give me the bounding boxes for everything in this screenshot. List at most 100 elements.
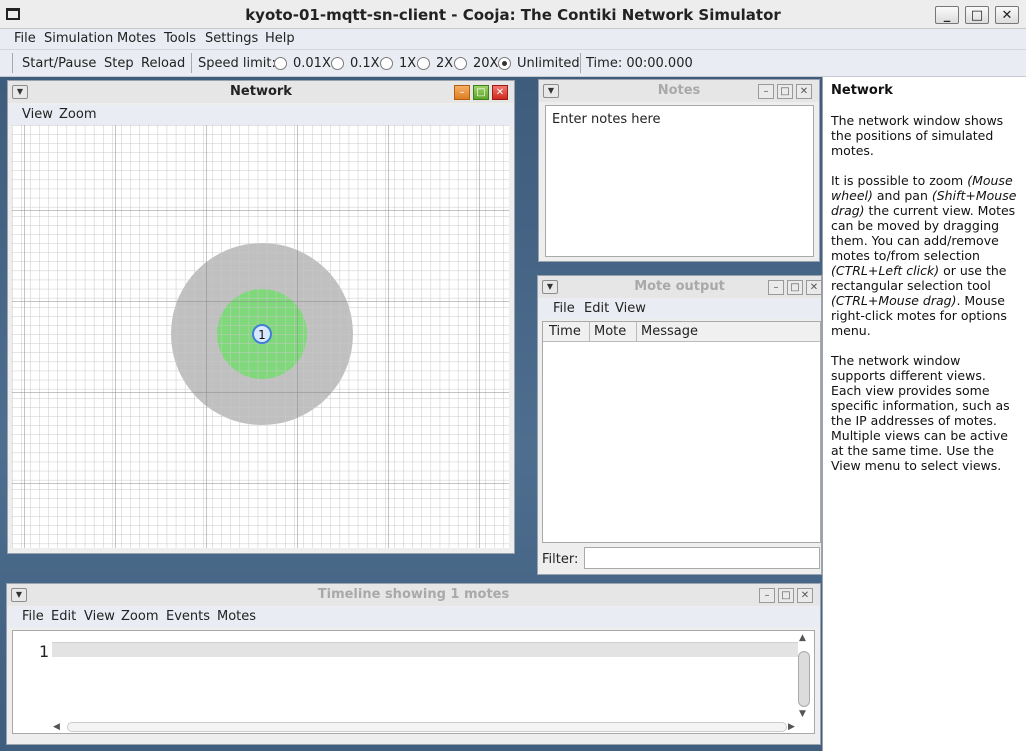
simulation-time: Time: 00:00.000 [586,56,693,71]
maximize-icon[interactable]: □ [777,84,793,99]
close-icon: ✕ [1001,8,1013,23]
help-paragraph-1: The network window shows the positions o… [831,113,1004,158]
window-title: kyoto-01-mqtt-sn-client - Cooja: The Con… [245,6,781,24]
mote-1[interactable]: 1 [252,324,272,344]
column-separator[interactable] [636,322,637,342]
menu-tools[interactable]: Tools [164,31,196,46]
network-window-title: Network [230,84,292,99]
column-message[interactable]: Message [641,324,698,339]
close-icon[interactable]: ✕ [806,280,822,295]
network-menu-view[interactable]: View [22,107,53,122]
network-window-header[interactable]: ▼ Network – □ ✕ [8,81,514,103]
help-paragraph-2: It is possible to zoom (Mouse wheel) and… [831,173,1017,338]
mote-output-window: ▼ Mote output – □ ✕ File Edit View Time … [537,275,822,575]
mote-output-menu-edit[interactable]: Edit [584,301,609,316]
menu-simulation[interactable]: Simulation [44,31,113,46]
maximize-icon[interactable]: □ [473,85,489,100]
close-button[interactable]: ✕ [995,6,1019,24]
menu-help[interactable]: Help [265,31,295,46]
horizontal-scrollbar[interactable] [67,722,787,732]
help-title: Network [831,83,893,98]
notes-window-header[interactable]: ▼ Notes – □ ✕ [539,80,819,102]
vertical-scrollbar[interactable]: ▲ ▼ [798,633,810,720]
speed-radio-unlimited[interactable] [498,57,511,70]
timeline-menu-view[interactable]: View [84,609,115,624]
mote-output-table[interactable]: Time Mote Message [542,321,821,543]
reload-button[interactable]: Reload [141,56,185,71]
step-button[interactable]: Step [104,56,134,71]
simulation-toolbar: Start/Pause Step Reload Speed limit: 0.0… [0,50,1026,77]
toolbar-separator [191,53,192,73]
speed-label-2x: 2X [436,56,454,71]
minimize-icon[interactable]: – [759,588,775,603]
close-icon[interactable]: ✕ [492,85,508,100]
timeline-title: Timeline showing 1 motes [317,587,510,602]
toolbar-separator [12,53,13,73]
mote-output-menu-view[interactable]: View [615,301,646,316]
maximize-button[interactable]: □ [965,6,989,24]
menu-file[interactable]: File [14,31,36,46]
close-icon[interactable]: ✕ [797,588,813,603]
speed-label-0.1x: 0.1X [350,56,380,71]
timeline-menu-events[interactable]: Events [166,609,210,624]
column-mote[interactable]: Mote [594,324,626,339]
network-window: ▼ Network – □ ✕ View Zoom 1 [7,80,515,554]
scroll-up-icon[interactable]: ▲ [799,633,806,643]
scroll-left-icon[interactable]: ◀ [53,722,60,732]
network-menu-bar: View Zoom [8,105,514,125]
speed-radio-20x[interactable] [454,57,467,70]
timeline-content[interactable]: 1 ▲ ▼ ◀ ▶ [12,630,815,734]
notes-window: ▼ Notes – □ ✕ Enter notes here [538,79,820,262]
minimize-icon[interactable]: – [454,85,470,100]
minimize-icon[interactable]: – [758,84,774,99]
table-header: Time Mote Message [543,322,820,342]
filter-label: Filter: [542,552,579,567]
column-separator[interactable] [589,322,590,342]
timeline-menu-zoom[interactable]: Zoom [121,609,158,624]
desktop-pane: ▼ Network – □ ✕ View Zoom 1 ▼ Notes – □ … [0,77,822,751]
speed-radio-0.1x[interactable] [331,57,344,70]
mote-output-menu-bar: File Edit View [538,299,821,319]
network-menu-zoom[interactable]: Zoom [59,107,96,122]
network-canvas[interactable]: 1 [12,125,509,548]
maximize-icon[interactable]: □ [787,280,803,295]
maximize-icon: □ [970,8,984,23]
mote-output-header[interactable]: ▼ Mote output – □ ✕ [538,276,822,298]
timeline-window: ▼ Timeline showing 1 motes – □ ✕ File Ed… [6,583,821,745]
column-time[interactable]: Time [549,324,581,339]
minimize-button[interactable]: _ [935,6,959,24]
speed-limit-label: Speed limit: [198,56,276,71]
maximize-icon[interactable]: □ [778,588,794,603]
timeline-menu-bar: File Edit View Zoom Events Motes [7,607,820,627]
speed-label-20x: 20X [473,56,499,71]
timeline-menu-motes[interactable]: Motes [217,609,256,624]
timeline-mote-label[interactable]: 1 [39,642,49,661]
start-pause-button[interactable]: Start/Pause [22,56,96,71]
speed-radio-0.01x[interactable] [274,57,287,70]
menu-settings[interactable]: Settings [205,31,258,46]
close-icon[interactable]: ✕ [796,84,812,99]
menu-bar: File Simulation Motes Tools Settings Hel… [0,29,1026,50]
help-panel: Network The network window shows the pos… [822,77,1026,751]
speed-label-unlimited: Unlimited [517,56,580,71]
minimize-icon: _ [943,8,951,23]
speed-radio-1x[interactable] [380,57,393,70]
mote-id-label: 1 [258,328,266,342]
timeline-header[interactable]: ▼ Timeline showing 1 motes – □ ✕ [7,584,820,606]
speed-label-1x: 1X [399,56,417,71]
title-bar: kyoto-01-mqtt-sn-client - Cooja: The Con… [0,0,1026,29]
filter-input[interactable] [584,547,820,569]
timeline-menu-file[interactable]: File [22,609,44,624]
scroll-down-icon[interactable]: ▼ [799,709,806,719]
minimize-icon[interactable]: – [768,280,784,295]
timeline-menu-edit[interactable]: Edit [51,609,76,624]
help-paragraph-3: The network window supports different vi… [831,353,1010,473]
toolbar-separator [580,53,581,73]
notes-textarea[interactable]: Enter notes here [545,105,814,257]
scroll-right-icon[interactable]: ▶ [788,722,795,732]
speed-radio-2x[interactable] [417,57,430,70]
mote-output-menu-file[interactable]: File [553,301,575,316]
scrollbar-thumb[interactable] [798,651,810,707]
timeline-row[interactable] [52,642,798,657]
menu-motes[interactable]: Motes [117,31,156,46]
